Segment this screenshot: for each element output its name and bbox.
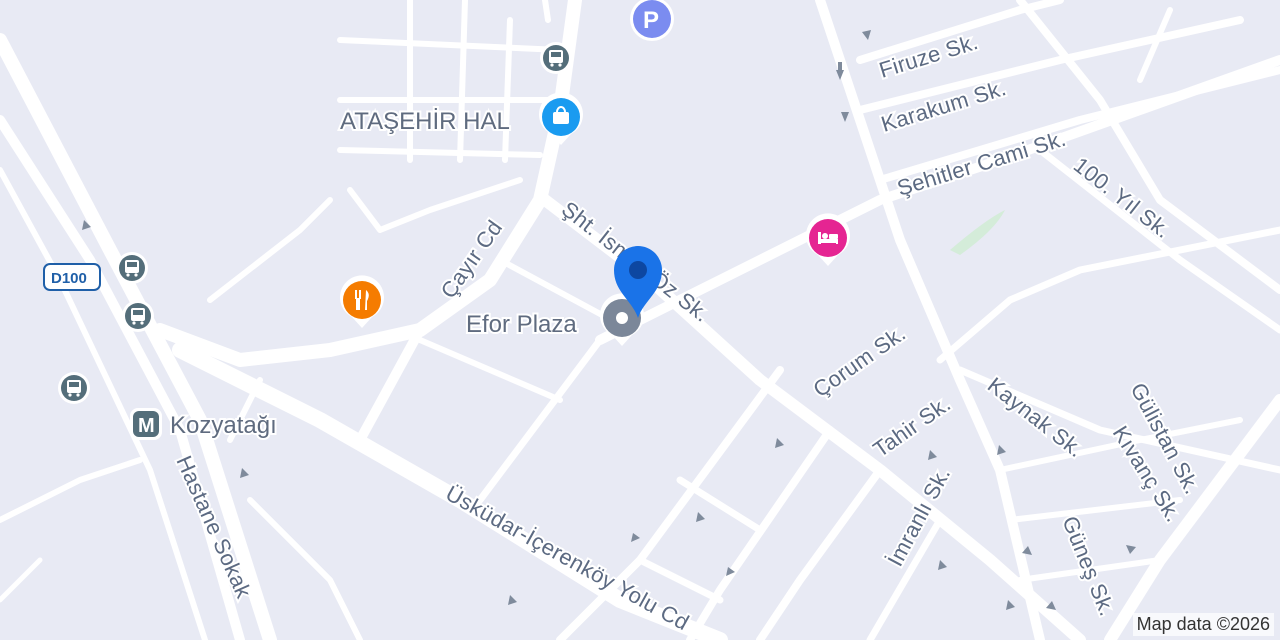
shopping-bag-icon[interactable] xyxy=(539,92,583,145)
street-label-tahir: Tahir Sk. xyxy=(869,391,956,462)
map-canvas[interactable]: Çayır Cd Şht. İsmail Öz Sk. Firuze Sk. K… xyxy=(0,0,1280,640)
street-label-uskudar: Üsküdar-İçerenköy Yolu Cd xyxy=(442,481,694,636)
svg-text:D100: D100 xyxy=(51,270,87,287)
place-label-atasehir-hal: ATAŞEHİR HAL xyxy=(340,108,510,135)
map-attribution: Map data ©2026 xyxy=(1132,613,1274,636)
map-base-layer: Çayır Cd Şht. İsmail Öz Sk. Firuze Sk. K… xyxy=(0,0,1280,640)
place-label-kozyatagi: Kozyatağı xyxy=(170,412,277,439)
place-label-efor-plaza: Efor Plaza xyxy=(466,311,577,338)
street-label-corum: Çorum Sk. xyxy=(809,320,911,402)
street-label-sehitler: Şehitler Cami Sk. xyxy=(894,126,1069,201)
bus-stop-icon[interactable] xyxy=(122,300,154,332)
bus-stop-icon[interactable] xyxy=(58,372,90,404)
parking-icon[interactable]: P xyxy=(630,0,674,41)
svg-text:M: M xyxy=(138,415,155,437)
restaurant-icon[interactable] xyxy=(340,275,384,328)
bus-stop-icon[interactable] xyxy=(116,252,148,284)
street-label-karakum: Karakum Sk. xyxy=(878,75,1009,137)
metro-station-icon[interactable]: M xyxy=(130,408,162,440)
route-shield-d100: D100 xyxy=(43,263,101,291)
svg-text:P: P xyxy=(643,7,659,34)
park-area xyxy=(950,210,1005,255)
hotel-icon[interactable] xyxy=(806,213,850,266)
street-labels: Çayır Cd Şht. İsmail Öz Sk. Firuze Sk. K… xyxy=(169,27,1207,637)
bus-stop-icon[interactable] xyxy=(540,42,572,74)
